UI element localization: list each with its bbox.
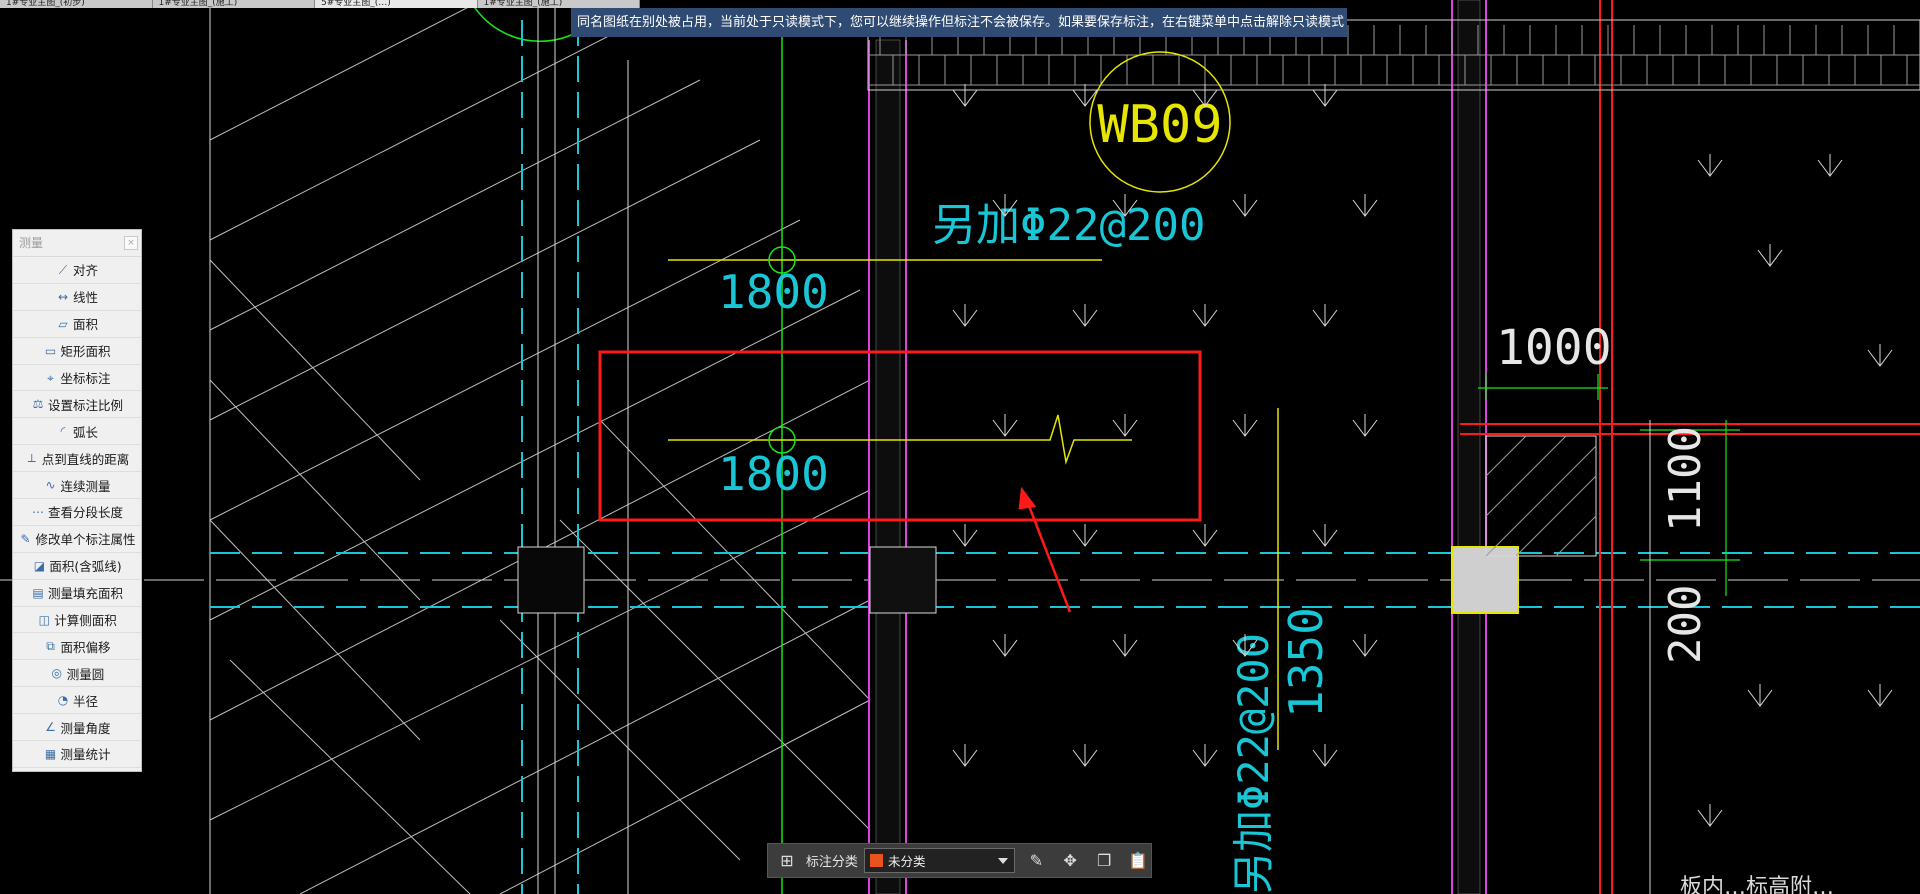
- arc-length-icon: ◜: [60, 424, 66, 439]
- measure-item-label: 测量统计: [60, 747, 111, 763]
- measure-panel-title: 测量: [19, 236, 44, 250]
- measure-item-angle[interactable]: ∠ 测量角度: [13, 714, 141, 742]
- category-select-value: 未分类: [887, 854, 926, 869]
- edit-attribute-icon: ✎: [20, 531, 31, 546]
- column-mid: [869, 546, 937, 614]
- edit-icon[interactable]: ✎: [1023, 848, 1049, 874]
- statistics-icon: ▦: [44, 746, 57, 761]
- file-tab[interactable]: 1#专业主图_(初步): [0, 0, 153, 8]
- paste-icon[interactable]: 📋: [1125, 848, 1151, 874]
- measure-item-label: 矩形面积: [60, 344, 111, 360]
- measure-item-label: 测量填充面积: [47, 586, 123, 602]
- column-left: [517, 546, 585, 614]
- measure-item-label: 弧长: [72, 424, 98, 440]
- measure-item-label: 半径: [72, 693, 98, 709]
- readonly-notice: 同名图纸在别处被占用，当前处于只读模式下，您可以继续操作但标注不会被保存。如果要…: [571, 8, 1347, 37]
- dim-1000: 1000: [1496, 320, 1612, 376]
- continuous-measure-icon: ∿: [45, 478, 56, 493]
- measure-item-label: 点到直线的距离: [41, 451, 130, 467]
- category-select[interactable]: 未分类: [863, 848, 1016, 873]
- area-offset-icon: ⧉: [46, 639, 55, 654]
- measure-item-label: 设置标注比例: [47, 397, 123, 413]
- fill-area-icon: ▤: [32, 585, 44, 600]
- annotation-toolbar: ⊞ 标注分类 未分类 ✎ ✥ ❐ 📋: [767, 843, 1152, 878]
- measure-item-label: 面积: [72, 317, 98, 333]
- wall-left-fill: [875, 39, 901, 894]
- point-line-icon: ⟂: [27, 451, 36, 466]
- dim-1800-mid: 1800: [718, 447, 829, 501]
- measure-item-label: 测量角度: [60, 720, 111, 736]
- measure-item-label: 连续测量: [60, 478, 111, 494]
- dim-1100: 1100: [1660, 426, 1711, 532]
- measure-item-arc-area[interactable]: ◪ 面积(含弧线): [13, 553, 141, 580]
- coordinate-icon: ⌖: [47, 370, 54, 385]
- measure-item-rect-area[interactable]: ▭ 矩形面积: [13, 338, 141, 365]
- grid-icon[interactable]: ⊞: [776, 850, 798, 872]
- radius-icon: ◔: [57, 693, 69, 708]
- file-tab[interactable]: 1#专业主图_(施工): [153, 0, 316, 8]
- measure-item-label: 测量圆: [66, 666, 105, 682]
- arc-area-icon: ◪: [33, 558, 46, 573]
- measure-item-edit-attr[interactable]: ✎ 修改单个标注属性: [13, 526, 141, 553]
- area-icon: ▱: [58, 316, 68, 331]
- copy-icon[interactable]: ❐: [1091, 848, 1117, 874]
- measure-item-aligned[interactable]: ⟋ 对齐: [13, 257, 141, 284]
- bottom-drawing-text: 板内…标高附…: [1680, 875, 1834, 894]
- measure-item-statistics[interactable]: ▦ 测量统计: [13, 741, 141, 768]
- measure-item-coordinate[interactable]: ⌖ 坐标标注: [13, 365, 141, 392]
- rebar-label-horizontal: 另加Φ22@200: [932, 200, 1205, 251]
- angle-icon: ∠: [45, 720, 56, 735]
- measure-item-label: 面积偏移: [60, 639, 111, 655]
- measure-item-circle[interactable]: ◎ 测量圆: [13, 660, 141, 688]
- measure-item-fill-area[interactable]: ▤ 测量填充面积: [13, 580, 141, 607]
- segment-length-icon: ⋯: [31, 504, 44, 519]
- dim-1800-top: 1800: [718, 265, 829, 319]
- side-area-icon: ◫: [38, 612, 50, 627]
- measure-item-label: 修改单个标注属性: [35, 532, 136, 548]
- dim-1350: 1350: [1279, 607, 1333, 718]
- rect-area-icon: ▭: [44, 343, 57, 358]
- move-icon[interactable]: ✥: [1057, 848, 1083, 874]
- close-icon[interactable]: ×: [124, 236, 138, 250]
- file-tab-active[interactable]: 5#专业主图_(…): [315, 0, 478, 8]
- measure-item-label: 查看分段长度: [47, 505, 123, 521]
- column-right: [1451, 546, 1519, 614]
- dim-200: 200: [1660, 585, 1711, 664]
- linear-dimension-icon: ↔: [57, 289, 69, 304]
- measure-item-label: 计算侧面积: [54, 613, 117, 629]
- measure-item-point-line[interactable]: ⟂ 点到直线的距离: [13, 445, 141, 473]
- measure-item-label: 坐标标注: [60, 371, 111, 386]
- scale-icon: ⚖: [32, 397, 44, 412]
- file-tab-bar: 1#专业主图_(初步) 1#专业主图_(施工) 5#专业主图_(…) 1#专业主…: [0, 0, 640, 8]
- measure-item-area-offset[interactable]: ⧉ 面积偏移: [13, 633, 141, 661]
- category-color-swatch: [869, 854, 883, 867]
- file-tab[interactable]: 1#专业主图_(施工): [478, 0, 640, 8]
- rebar-label-vertical: 另加Φ22@200: [1229, 633, 1278, 894]
- measure-item-arc-length[interactable]: ◜ 弧长: [13, 418, 141, 446]
- measure-item-scale[interactable]: ⚖ 设置标注比例: [13, 391, 141, 419]
- chevron-down-icon: [998, 857, 1009, 864]
- cad-canvas[interactable]: WB09 另加Φ22@200 1800 1800 1000 1100 200 1…: [0, 0, 1920, 894]
- measure-item-label: 对齐: [72, 263, 98, 279]
- measure-panel: 测量 × ⟋ 对齐 ↔ 线性 ▱ 面积 ▭ 矩形面积 ⌖ 坐标标注 ⚖ 设置标注比例 ◜ 弧长…: [12, 229, 142, 772]
- measure-item-side-area[interactable]: ◫ 计算侧面积: [13, 607, 141, 634]
- measure-item-continuous[interactable]: ∿ 连续测量: [13, 472, 141, 500]
- category-label: 标注分类: [805, 855, 858, 870]
- aligned-dimension-icon: ⟋: [58, 262, 68, 277]
- measure-item-radius[interactable]: ◔ 半径: [13, 687, 141, 715]
- circle-measure-icon: ◎: [51, 666, 62, 681]
- wall-right-fill: [1457, 0, 1481, 894]
- measure-item-label: 面积(含弧线): [49, 559, 122, 575]
- measure-item-segment[interactable]: ⋯ 查看分段长度: [13, 499, 141, 526]
- measure-item-label: 线性: [72, 290, 98, 306]
- measure-item-linear[interactable]: ↔ 线性: [13, 284, 141, 311]
- measure-item-area[interactable]: ▱ 面积: [13, 311, 141, 338]
- measure-panel-header: 测量 ×: [13, 230, 141, 257]
